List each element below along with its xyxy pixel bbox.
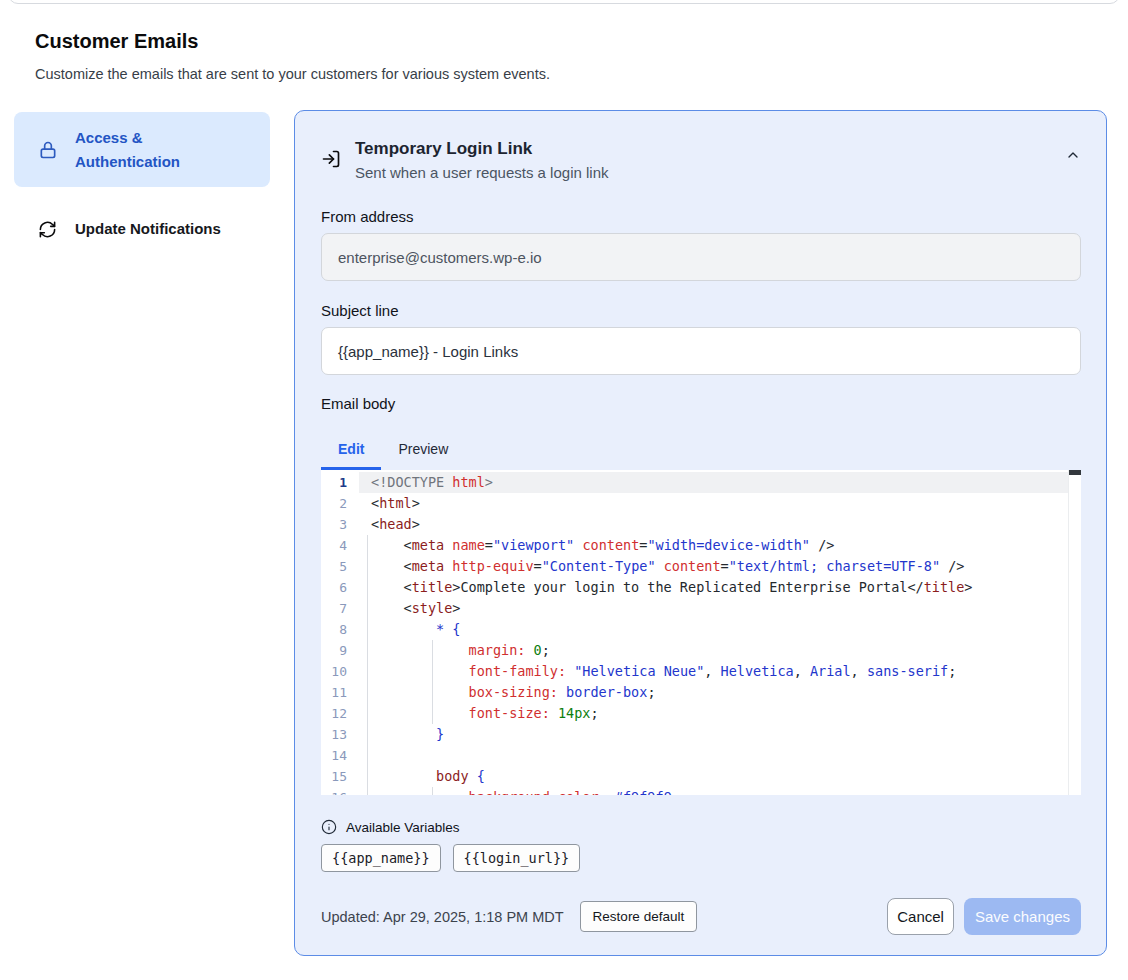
code-text: <head> bbox=[359, 514, 1081, 535]
code-text: <title>Complete your login to the Replic… bbox=[359, 577, 1081, 598]
page-title: Customer Emails bbox=[35, 30, 198, 53]
code-editor[interactable]: 1<!DOCTYPE html>2<html>3<head>4 <meta na… bbox=[321, 470, 1081, 795]
line-number: 2 bbox=[321, 493, 359, 514]
from-address-label: From address bbox=[321, 208, 1081, 225]
line-number: 5 bbox=[321, 556, 359, 577]
code-line[interactable]: 5 <meta http-equiv="Content-Type" conten… bbox=[321, 556, 1081, 577]
code-text: <meta name="viewport" content="width=dev… bbox=[359, 535, 1081, 556]
sidebar: Access & Authentication Update Notificat… bbox=[14, 112, 270, 253]
line-number: 10 bbox=[321, 661, 359, 682]
line-number: 4 bbox=[321, 535, 359, 556]
line-number: 16 bbox=[321, 787, 359, 795]
line-number: 7 bbox=[321, 598, 359, 619]
code-text: box-sizing: border-box; bbox=[359, 682, 1081, 703]
line-number: 3 bbox=[321, 514, 359, 535]
sidebar-item-label: Access & Authentication bbox=[75, 126, 205, 174]
email-settings-card: Temporary Login Link Sent when a user re… bbox=[294, 110, 1107, 956]
log-in-icon bbox=[321, 149, 341, 173]
code-text: font-size: 14px; bbox=[359, 703, 1081, 724]
variable-chip-app-name[interactable]: {{app_name}} bbox=[321, 844, 441, 872]
code-line[interactable]: 8 * { bbox=[321, 619, 1081, 640]
available-variables-row: Available Variables bbox=[321, 819, 1081, 835]
code-text bbox=[359, 745, 1081, 766]
available-variables-label: Available Variables bbox=[346, 820, 460, 835]
email-body-label: Email body bbox=[321, 395, 1081, 412]
code-line[interactable]: 15 body { bbox=[321, 766, 1081, 787]
code-line[interactable]: 3<head> bbox=[321, 514, 1081, 535]
line-number: 6 bbox=[321, 577, 359, 598]
lock-icon bbox=[38, 140, 58, 160]
code-line[interactable]: 11 box-sizing: border-box; bbox=[321, 682, 1081, 703]
card-footer: Updated: Apr 29, 2025, 1:18 PM MDT Resto… bbox=[321, 898, 1081, 935]
code-text: } bbox=[359, 724, 1081, 745]
editor-tabs: Edit Preview bbox=[321, 430, 1081, 470]
subject-line-label: Subject line bbox=[321, 302, 1081, 319]
sidebar-item-access-authentication[interactable]: Access & Authentication bbox=[14, 112, 270, 187]
page-subtitle: Customize the emails that are sent to yo… bbox=[35, 66, 550, 82]
sidebar-item-label: Update Notifications bbox=[75, 217, 221, 241]
previous-card-bottom-edge bbox=[8, 0, 1120, 4]
updated-timestamp: Updated: Apr 29, 2025, 1:18 PM MDT bbox=[321, 909, 564, 925]
variable-chips: {{app_name}} {{login_url}} bbox=[321, 844, 1081, 872]
code-text: <style> bbox=[359, 598, 1081, 619]
code-text: margin: 0; bbox=[359, 640, 1081, 661]
tab-edit[interactable]: Edit bbox=[321, 430, 381, 470]
line-number: 15 bbox=[321, 766, 359, 787]
cancel-button[interactable]: Cancel bbox=[887, 898, 954, 935]
line-number: 14 bbox=[321, 745, 359, 766]
code-line[interactable]: 4 <meta name="viewport" content="width=d… bbox=[321, 535, 1081, 556]
restore-default-button[interactable]: Restore default bbox=[580, 901, 698, 932]
code-line[interactable]: 14 bbox=[321, 745, 1081, 766]
line-number: 11 bbox=[321, 682, 359, 703]
code-line[interactable]: 7 <style> bbox=[321, 598, 1081, 619]
line-number: 8 bbox=[321, 619, 359, 640]
code-line[interactable]: 1<!DOCTYPE html> bbox=[321, 472, 1081, 493]
code-line[interactable]: 12 font-size: 14px; bbox=[321, 703, 1081, 724]
refresh-icon bbox=[38, 220, 58, 239]
subject-line-input[interactable]: {{app_name}} - Login Links bbox=[321, 327, 1081, 375]
code-text: <html> bbox=[359, 493, 1081, 514]
line-number: 9 bbox=[321, 640, 359, 661]
line-number: 13 bbox=[321, 724, 359, 745]
code-line[interactable]: 2<html> bbox=[321, 493, 1081, 514]
tab-preview[interactable]: Preview bbox=[381, 430, 465, 470]
chevron-up-icon[interactable] bbox=[1065, 147, 1081, 167]
card-subtitle: Sent when a user requests a login link bbox=[355, 164, 1065, 181]
code-text: * { bbox=[359, 619, 1081, 640]
save-changes-button[interactable]: Save changes bbox=[964, 898, 1081, 935]
from-address-input[interactable]: enterprise@customers.wp-e.io bbox=[321, 233, 1081, 281]
code-text: body { bbox=[359, 766, 1081, 787]
code-line[interactable]: 10 font-family: "Helvetica Neue", Helvet… bbox=[321, 661, 1081, 682]
card-header: Temporary Login Link Sent when a user re… bbox=[321, 139, 1081, 181]
code-line[interactable]: 6 <title>Complete your login to the Repl… bbox=[321, 577, 1081, 598]
editor-scrollbar[interactable] bbox=[1068, 470, 1081, 795]
code-line[interactable]: 16 background-color: #f9f9f9; bbox=[321, 787, 1081, 795]
line-number: 12 bbox=[321, 703, 359, 724]
code-text: background-color: #f9f9f9; bbox=[359, 787, 1081, 795]
line-number: 1 bbox=[321, 472, 359, 493]
code-line[interactable]: 9 margin: 0; bbox=[321, 640, 1081, 661]
info-icon bbox=[321, 819, 337, 835]
sidebar-item-update-notifications[interactable]: Update Notifications bbox=[14, 205, 270, 253]
variable-chip-login-url[interactable]: {{login_url}} bbox=[453, 844, 581, 872]
code-text: <!DOCTYPE html> bbox=[359, 472, 1068, 493]
editor-scrollbar-thumb[interactable] bbox=[1069, 470, 1081, 475]
code-text: font-family: "Helvetica Neue", Helvetica… bbox=[359, 661, 1081, 682]
card-title: Temporary Login Link bbox=[355, 139, 1065, 159]
code-text: <meta http-equiv="Content-Type" content=… bbox=[359, 556, 1081, 577]
code-line[interactable]: 13 } bbox=[321, 724, 1081, 745]
